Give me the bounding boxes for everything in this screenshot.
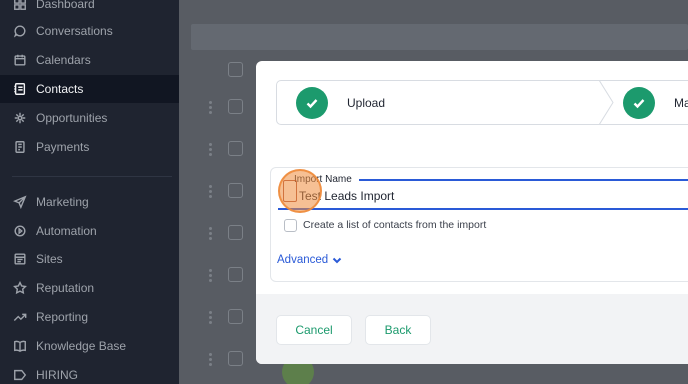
- sidebar-item-payments[interactable]: Payments: [0, 133, 179, 161]
- opportunities-icon: [12, 110, 28, 126]
- advanced-toggle[interactable]: Advanced: [277, 254, 343, 266]
- sidebar-item-calendars[interactable]: Calendars: [0, 46, 179, 74]
- sidebar-item-reputation[interactable]: Reputation: [0, 274, 179, 302]
- sidebar-item-label: Sites: [36, 252, 63, 266]
- sidebar-item-label: Payments: [36, 140, 90, 154]
- import-stepper: Upload Ma: [276, 80, 688, 125]
- row-checkbox: [228, 99, 243, 114]
- sidebar-item-sites[interactable]: Sites: [0, 245, 179, 273]
- sidebar-item-label: Calendars: [36, 53, 91, 67]
- sidebar-item-label: Conversations: [36, 24, 113, 38]
- check-icon: [296, 87, 328, 119]
- star-icon: [12, 280, 28, 296]
- sidebar-item-label: Marketing: [36, 195, 89, 209]
- row-menu-icon: [209, 143, 213, 158]
- sidebar-item-label: Automation: [36, 224, 97, 238]
- hiring-icon: [12, 367, 28, 383]
- automation-icon: [12, 223, 28, 239]
- chat-bubble-icon: [12, 23, 28, 39]
- sidebar-item-marketing[interactable]: Marketing: [0, 188, 179, 216]
- cancel-button[interactable]: Cancel: [276, 315, 352, 345]
- import-modal: Upload Ma Import Name Test Leads Import …: [256, 61, 688, 364]
- row-menu-icon: [209, 101, 213, 116]
- sidebar-divider: [12, 176, 172, 177]
- sidebar-item-knowledge-base[interactable]: Knowledge Base: [0, 332, 179, 360]
- sidebar-item-contacts[interactable]: Contacts: [0, 75, 179, 103]
- table-header: [191, 24, 688, 50]
- advanced-label: Advanced: [277, 254, 329, 266]
- row-checkbox: [228, 351, 243, 366]
- sidebar-item-label: Reputation: [36, 281, 95, 295]
- import-name-border: [278, 208, 688, 210]
- row-checkbox: [228, 62, 243, 77]
- row-menu-icon: [209, 269, 213, 284]
- create-list-label: Create a list of contacts from the impor…: [303, 219, 487, 231]
- back-button[interactable]: Back: [365, 315, 431, 345]
- paper-plane-icon: [12, 194, 28, 210]
- row-checkbox: [228, 225, 243, 240]
- row-checkbox: [228, 141, 243, 156]
- trend-line-icon: [12, 309, 28, 325]
- sidebar-item-conversations[interactable]: Conversations: [0, 17, 179, 45]
- row-menu-icon: [209, 227, 213, 242]
- row-menu-icon: [209, 353, 213, 368]
- sidebar-item-hiring[interactable]: HIRING: [0, 361, 179, 384]
- calendar-icon: [12, 52, 28, 68]
- row-checkbox: [228, 309, 243, 324]
- import-name-border: [359, 179, 688, 181]
- sidebar-item-label: Opportunities: [36, 111, 108, 125]
- sidebar-item-label: Contacts: [36, 82, 84, 96]
- sidebar-item-label: Knowledge Base: [36, 339, 127, 353]
- sidebar-item-label: Reporting: [36, 310, 89, 324]
- sidebar-item-reporting[interactable]: Reporting: [0, 303, 179, 331]
- text-cursor-icon: [283, 180, 297, 202]
- sidebar-item-opportunities[interactable]: Opportunities: [0, 104, 179, 132]
- create-list-checkbox[interactable]: [284, 219, 297, 232]
- sidebar-item-automation[interactable]: Automation: [0, 217, 179, 245]
- row-checkbox: [228, 267, 243, 282]
- row-menu-icon: [209, 185, 213, 200]
- step-separator-icon: [599, 80, 614, 125]
- contacts-book-icon: [12, 81, 28, 97]
- chevron-down-icon: [332, 257, 342, 264]
- sites-icon: [12, 251, 28, 267]
- payments-icon: [12, 139, 28, 155]
- row-menu-icon: [209, 311, 213, 326]
- step-map-label: Ma: [674, 96, 688, 110]
- row-checkbox: [228, 183, 243, 198]
- dashboard-icon: [12, 0, 28, 12]
- sidebar-item-dashboard[interactable]: Dashboard: [0, 0, 179, 18]
- step-upload-label: Upload: [347, 96, 386, 110]
- sidebar-item-label: HIRING: [36, 368, 78, 382]
- sidebar: Dashboard Conversations Calendars Contac…: [0, 0, 179, 384]
- book-icon: [12, 338, 28, 354]
- sidebar-item-label: Dashboard: [36, 0, 95, 11]
- check-icon: [623, 87, 655, 119]
